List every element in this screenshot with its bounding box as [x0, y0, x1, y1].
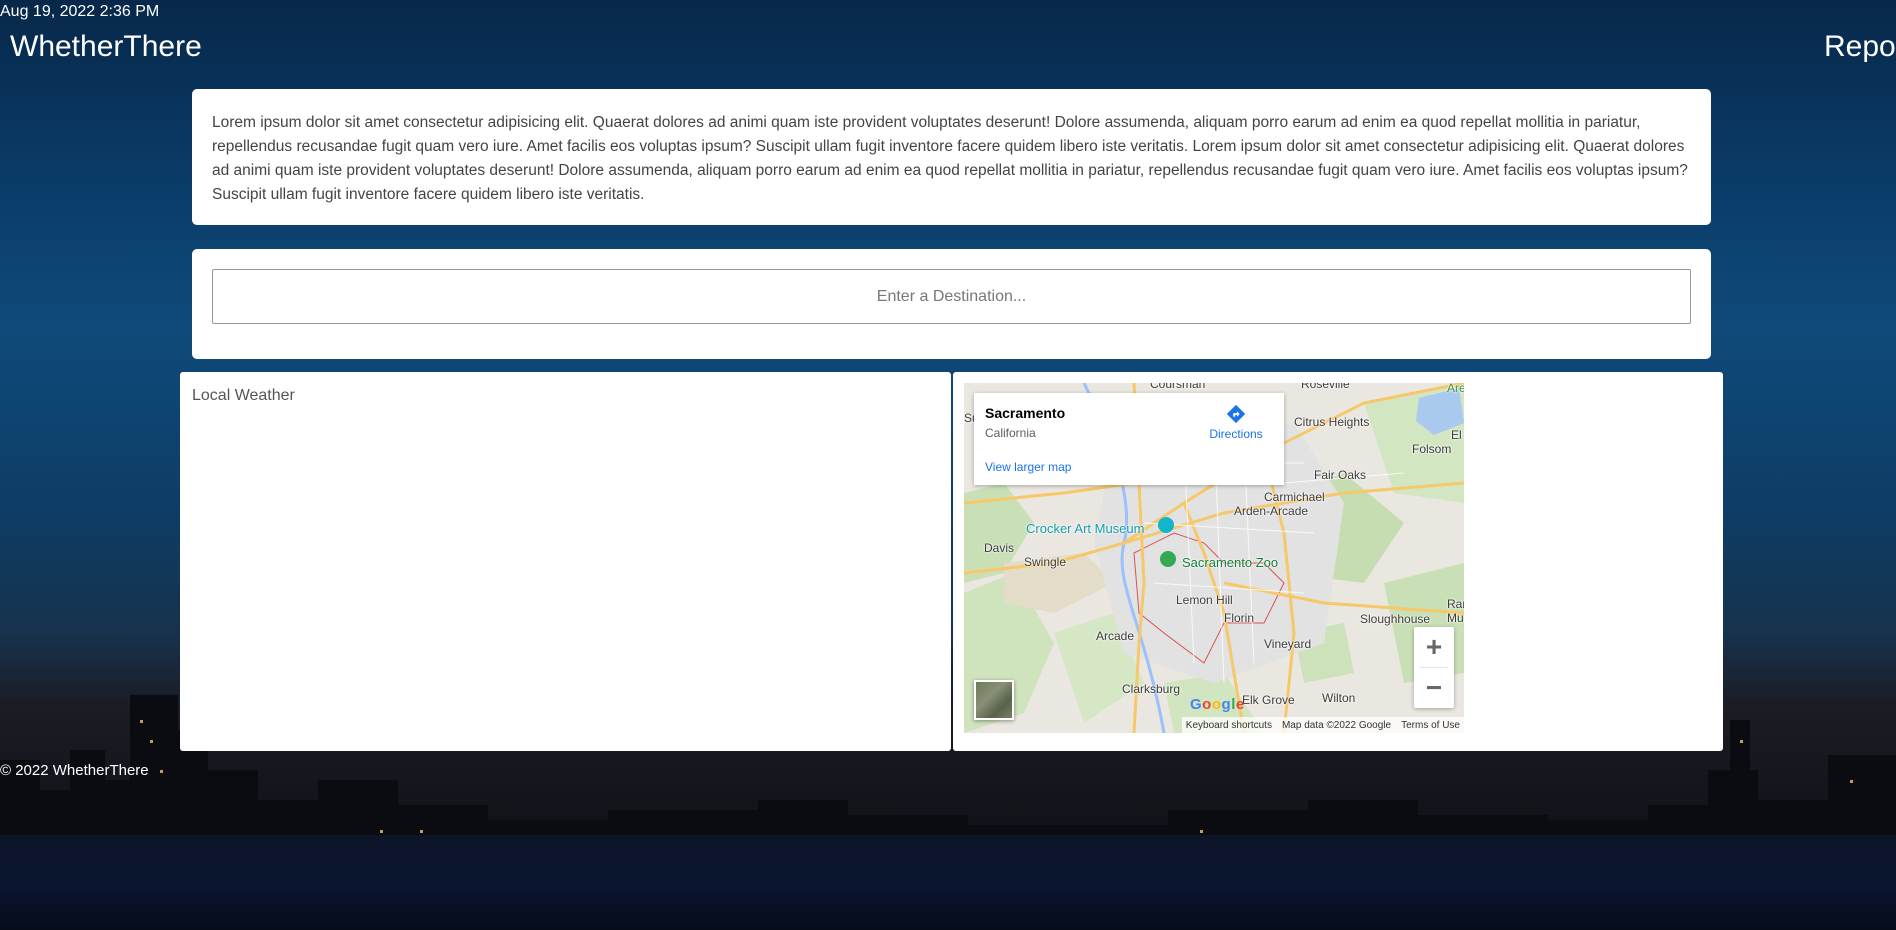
map-label-clarksburg: Clarksburg — [1122, 682, 1181, 696]
local-weather-panel: Local Weather — [180, 372, 951, 751]
map-place-card: Sacramento California View larger map Di… — [974, 393, 1284, 485]
zoom-control: + − — [1414, 627, 1454, 708]
zoom-out-button[interactable]: − — [1414, 668, 1454, 708]
map-label-florin: Florin — [1224, 611, 1255, 625]
repo-link[interactable]: Repo — [1824, 30, 1896, 64]
map-label-fair-oaks: Fair Oaks — [1314, 468, 1367, 482]
map-label-lemon-hill: Lemon Hill — [1176, 593, 1233, 607]
map-label-carmichael: Carmichael — [1264, 490, 1325, 504]
map-label-arden-arcade: Arden-Arcade — [1234, 504, 1309, 518]
place-name: Sacramento — [985, 405, 1066, 421]
search-card — [192, 249, 1711, 359]
directions-button[interactable]: Directions — [1206, 403, 1266, 441]
destination-search-input[interactable] — [212, 269, 1691, 324]
map-label-wilton: Wilton — [1322, 691, 1356, 705]
zoom-in-button[interactable]: + — [1414, 627, 1454, 667]
map-label-elk-grove: Elk Grove — [1242, 693, 1295, 707]
directions-label: Directions — [1209, 427, 1263, 441]
map-label-mu: Mu — [1447, 611, 1464, 625]
intro-card: Lorem ipsum dolor sit amet consectetur a… — [192, 89, 1711, 225]
local-weather-title: Local Weather — [192, 387, 295, 404]
map-data-credit: Map data ©2022 Google — [1281, 719, 1392, 731]
keyboard-shortcuts-link[interactable]: Keyboard shortcuts — [1186, 720, 1272, 731]
embedded-map[interactable]: Roseville Coursman Are Su Citrus Heights… — [964, 383, 1464, 733]
place-region: California — [985, 426, 1036, 440]
museum-marker-icon[interactable] — [1158, 517, 1174, 533]
map-label-coursman: Coursman — [1150, 383, 1206, 391]
map-label-are: Are — [1447, 383, 1464, 395]
footer-copyright: © 2022 WhetherThere — [0, 762, 149, 779]
map-label-arcade: Arcade — [1096, 629, 1135, 643]
intro-text: Lorem ipsum dolor sit amet consectetur a… — [212, 114, 1688, 203]
current-datetime: Aug 19, 2022 2:36 PM — [0, 3, 160, 20]
terms-of-use-link[interactable]: Terms of Use — [1401, 720, 1460, 731]
map-label-el: El — [1451, 428, 1462, 442]
view-larger-map-link[interactable]: View larger map — [985, 460, 1071, 474]
map-label-roseville: Roseville — [1301, 383, 1350, 391]
map-label-ran: Ran — [1447, 597, 1464, 611]
map-label-folsom: Folsom — [1412, 442, 1452, 456]
directions-icon — [1226, 404, 1246, 424]
map-attribution: Keyboard shortcuts Map data ©2022 Google… — [1181, 717, 1464, 733]
map-label-swingle: Swingle — [1024, 555, 1067, 569]
poi-crocker-art-museum[interactable]: Crocker Art Museum — [1026, 521, 1144, 536]
map-label-davis: Davis — [984, 541, 1015, 555]
brand-title[interactable]: WhetherThere — [10, 30, 202, 64]
google-logo: Google — [1190, 696, 1245, 713]
poi-sacramento-zoo[interactable]: Sacramento Zoo — [1182, 555, 1278, 570]
map-label-sloughhouse: Sloughhouse — [1360, 612, 1431, 626]
map-label-citrus-heights: Citrus Heights — [1294, 415, 1370, 429]
water-background — [0, 835, 1896, 930]
map-label-vineyard: Vineyard — [1264, 637, 1312, 651]
zoo-marker-icon[interactable] — [1160, 551, 1176, 567]
satellite-toggle-button[interactable] — [974, 680, 1014, 720]
